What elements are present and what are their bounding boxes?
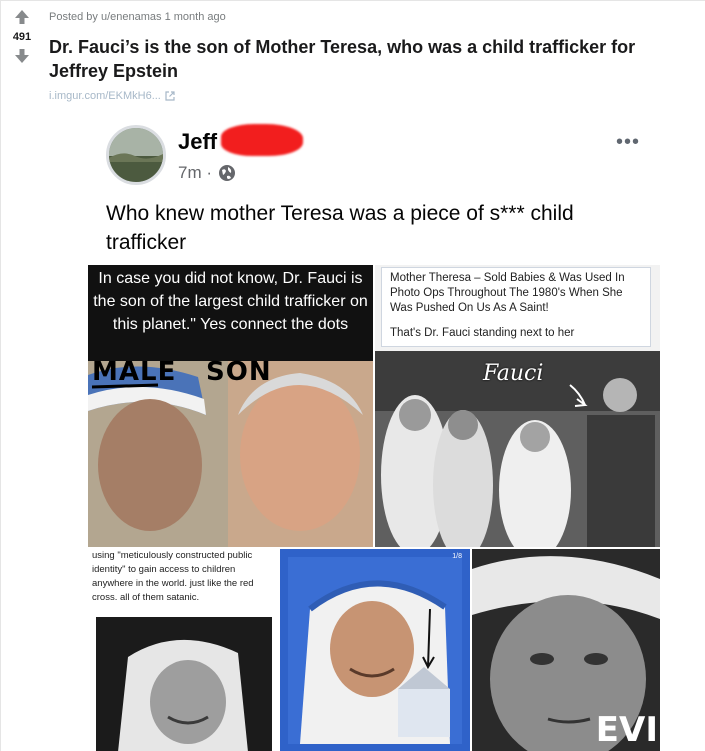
- downvote-arrow-icon[interactable]: [14, 48, 30, 64]
- quote-text: In case you did not know, Dr. Fauci is t…: [88, 265, 373, 361]
- evil-overlay-text: EVI: [595, 710, 658, 750]
- blue-portrait-image: [288, 557, 462, 744]
- photo-op-caption-box: Mother Theresa – Sold Babies & Was Used …: [381, 267, 651, 347]
- collage-tile-satanic: using "meticulously constructed public i…: [88, 549, 278, 751]
- post-timestamp: 7m ·: [178, 163, 236, 183]
- vote-column: 491: [9, 9, 35, 64]
- globe-icon: [219, 165, 235, 181]
- avatar-landscape-image: [109, 128, 163, 182]
- collage-tile-evil: EVI: [472, 549, 660, 751]
- photo-op-caption-2: That's Dr. Fauci standing next to her: [390, 327, 575, 339]
- fauci-scrawl: Fauci: [483, 361, 544, 386]
- label-male: MALE: [92, 357, 177, 387]
- vote-score: 491: [12, 31, 32, 43]
- post-link-text[interactable]: i.imgur.com/EKMkH6...: [49, 90, 161, 102]
- fb-caption: Who knew mother Teresa was a piece of s*…: [106, 202, 574, 254]
- reddit-post: 491 Posted by u/enenamas 1 month ago Dr.…: [0, 0, 705, 751]
- redaction-mark: [221, 124, 303, 156]
- collage-tile-blue: 1/8: [280, 549, 470, 751]
- collage-tile-photo-op: Mother Theresa – Sold Babies & Was Used …: [375, 265, 660, 547]
- label-son: SON: [206, 357, 272, 387]
- post-link[interactable]: i.imgur.com/EKMkH6...: [49, 90, 175, 102]
- post-title[interactable]: Dr. Fauci’s is the son of Mother Teresa,…: [49, 35, 689, 83]
- author-name: Jeff: [178, 129, 218, 154]
- external-link-icon[interactable]: [165, 91, 175, 101]
- photo-op-caption-1: Mother Theresa – Sold Babies & Was Used …: [390, 272, 625, 314]
- avatar: [106, 125, 166, 185]
- upvote-arrow-icon[interactable]: [14, 9, 30, 25]
- post-image[interactable]: Jeff 7m · ••• Who knew mother Teresa was…: [88, 111, 660, 751]
- meme-collage: In case you did not know, Dr. Fauci is t…: [88, 265, 660, 751]
- post-meta[interactable]: Posted by u/enenamas 1 month ago: [49, 11, 226, 23]
- timestamp-text: 7m ·: [178, 163, 212, 182]
- slide-counter: 1/8: [452, 553, 462, 560]
- satanic-text: using "meticulously constructed public i…: [92, 550, 254, 603]
- collage-tile-quote: In case you did not know, Dr. Fauci is t…: [88, 265, 373, 547]
- more-options-icon[interactable]: •••: [616, 131, 640, 154]
- smiling-portrait-image: [96, 617, 272, 751]
